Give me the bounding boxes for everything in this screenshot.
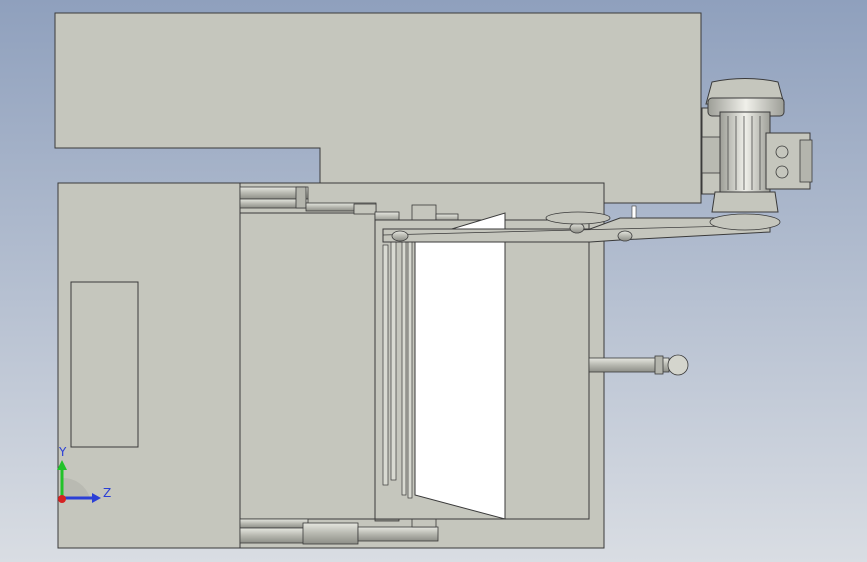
conveyor-block (239, 212, 376, 520)
access-panel (70, 281, 139, 448)
side-handle (588, 354, 689, 376)
x-axis-origin (58, 495, 66, 503)
cutting-panel (414, 212, 506, 520)
cad-viewport[interactable]: Y Z (0, 0, 867, 562)
z-axis-label: Z (103, 486, 111, 500)
y-axis-label: Y (58, 445, 67, 459)
